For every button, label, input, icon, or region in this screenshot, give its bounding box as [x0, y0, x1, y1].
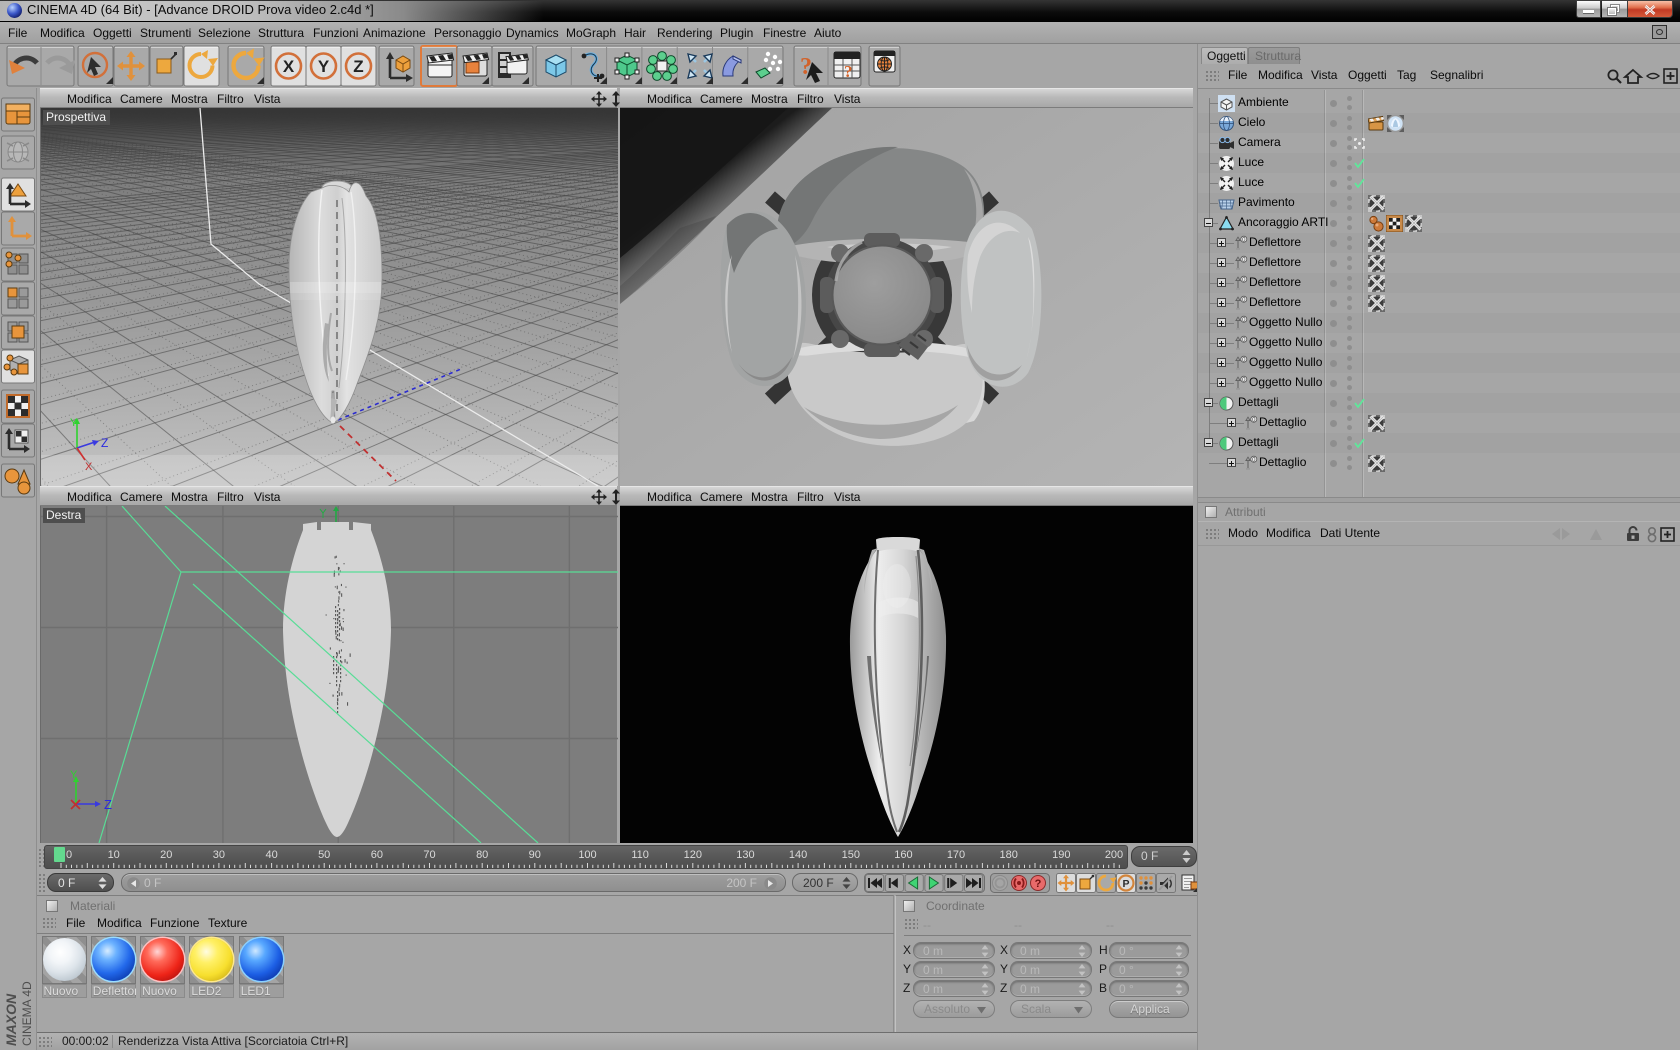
svg-text:190: 190	[1052, 849, 1070, 861]
svg-text:?: ?	[844, 62, 853, 81]
svg-text:Z: Z	[353, 57, 363, 76]
svg-text:MAXON: MAXON	[3, 993, 19, 1046]
svg-text:Y: Y	[318, 57, 330, 76]
svg-text:140: 140	[789, 849, 807, 861]
svg-text:?: ?	[800, 54, 812, 80]
svg-text:70: 70	[423, 849, 435, 861]
svg-text:150: 150	[842, 849, 860, 861]
svg-text:130: 130	[736, 849, 754, 861]
svg-text:X: X	[85, 461, 93, 473]
svg-text:Y: Y	[70, 769, 78, 781]
svg-text:0: 0	[66, 849, 72, 861]
svg-text:30: 30	[213, 849, 225, 861]
svg-text:Z: Z	[101, 436, 108, 450]
svg-text:200: 200	[1105, 849, 1123, 861]
svg-text:110: 110	[631, 849, 649, 861]
svg-text:20: 20	[160, 849, 172, 861]
svg-text:120: 120	[684, 849, 702, 861]
svg-text:80: 80	[476, 849, 488, 861]
svg-text:?: ?	[1035, 878, 1042, 890]
svg-text:50: 50	[318, 849, 330, 861]
svg-text:160: 160	[894, 849, 912, 861]
svg-text:180: 180	[1000, 849, 1018, 861]
svg-text:X: X	[283, 57, 295, 76]
svg-text:P: P	[1122, 878, 1129, 890]
svg-text:CINEMA 4D: CINEMA 4D	[20, 981, 34, 1046]
svg-text:170: 170	[947, 849, 965, 861]
svg-text:Z: Z	[104, 797, 112, 812]
svg-text:100: 100	[578, 849, 596, 861]
svg-text:40: 40	[265, 849, 277, 861]
svg-text:10: 10	[108, 849, 120, 861]
svg-text:Y: Y	[70, 417, 78, 429]
svg-text:60: 60	[371, 849, 383, 861]
svg-text:90: 90	[529, 849, 541, 861]
